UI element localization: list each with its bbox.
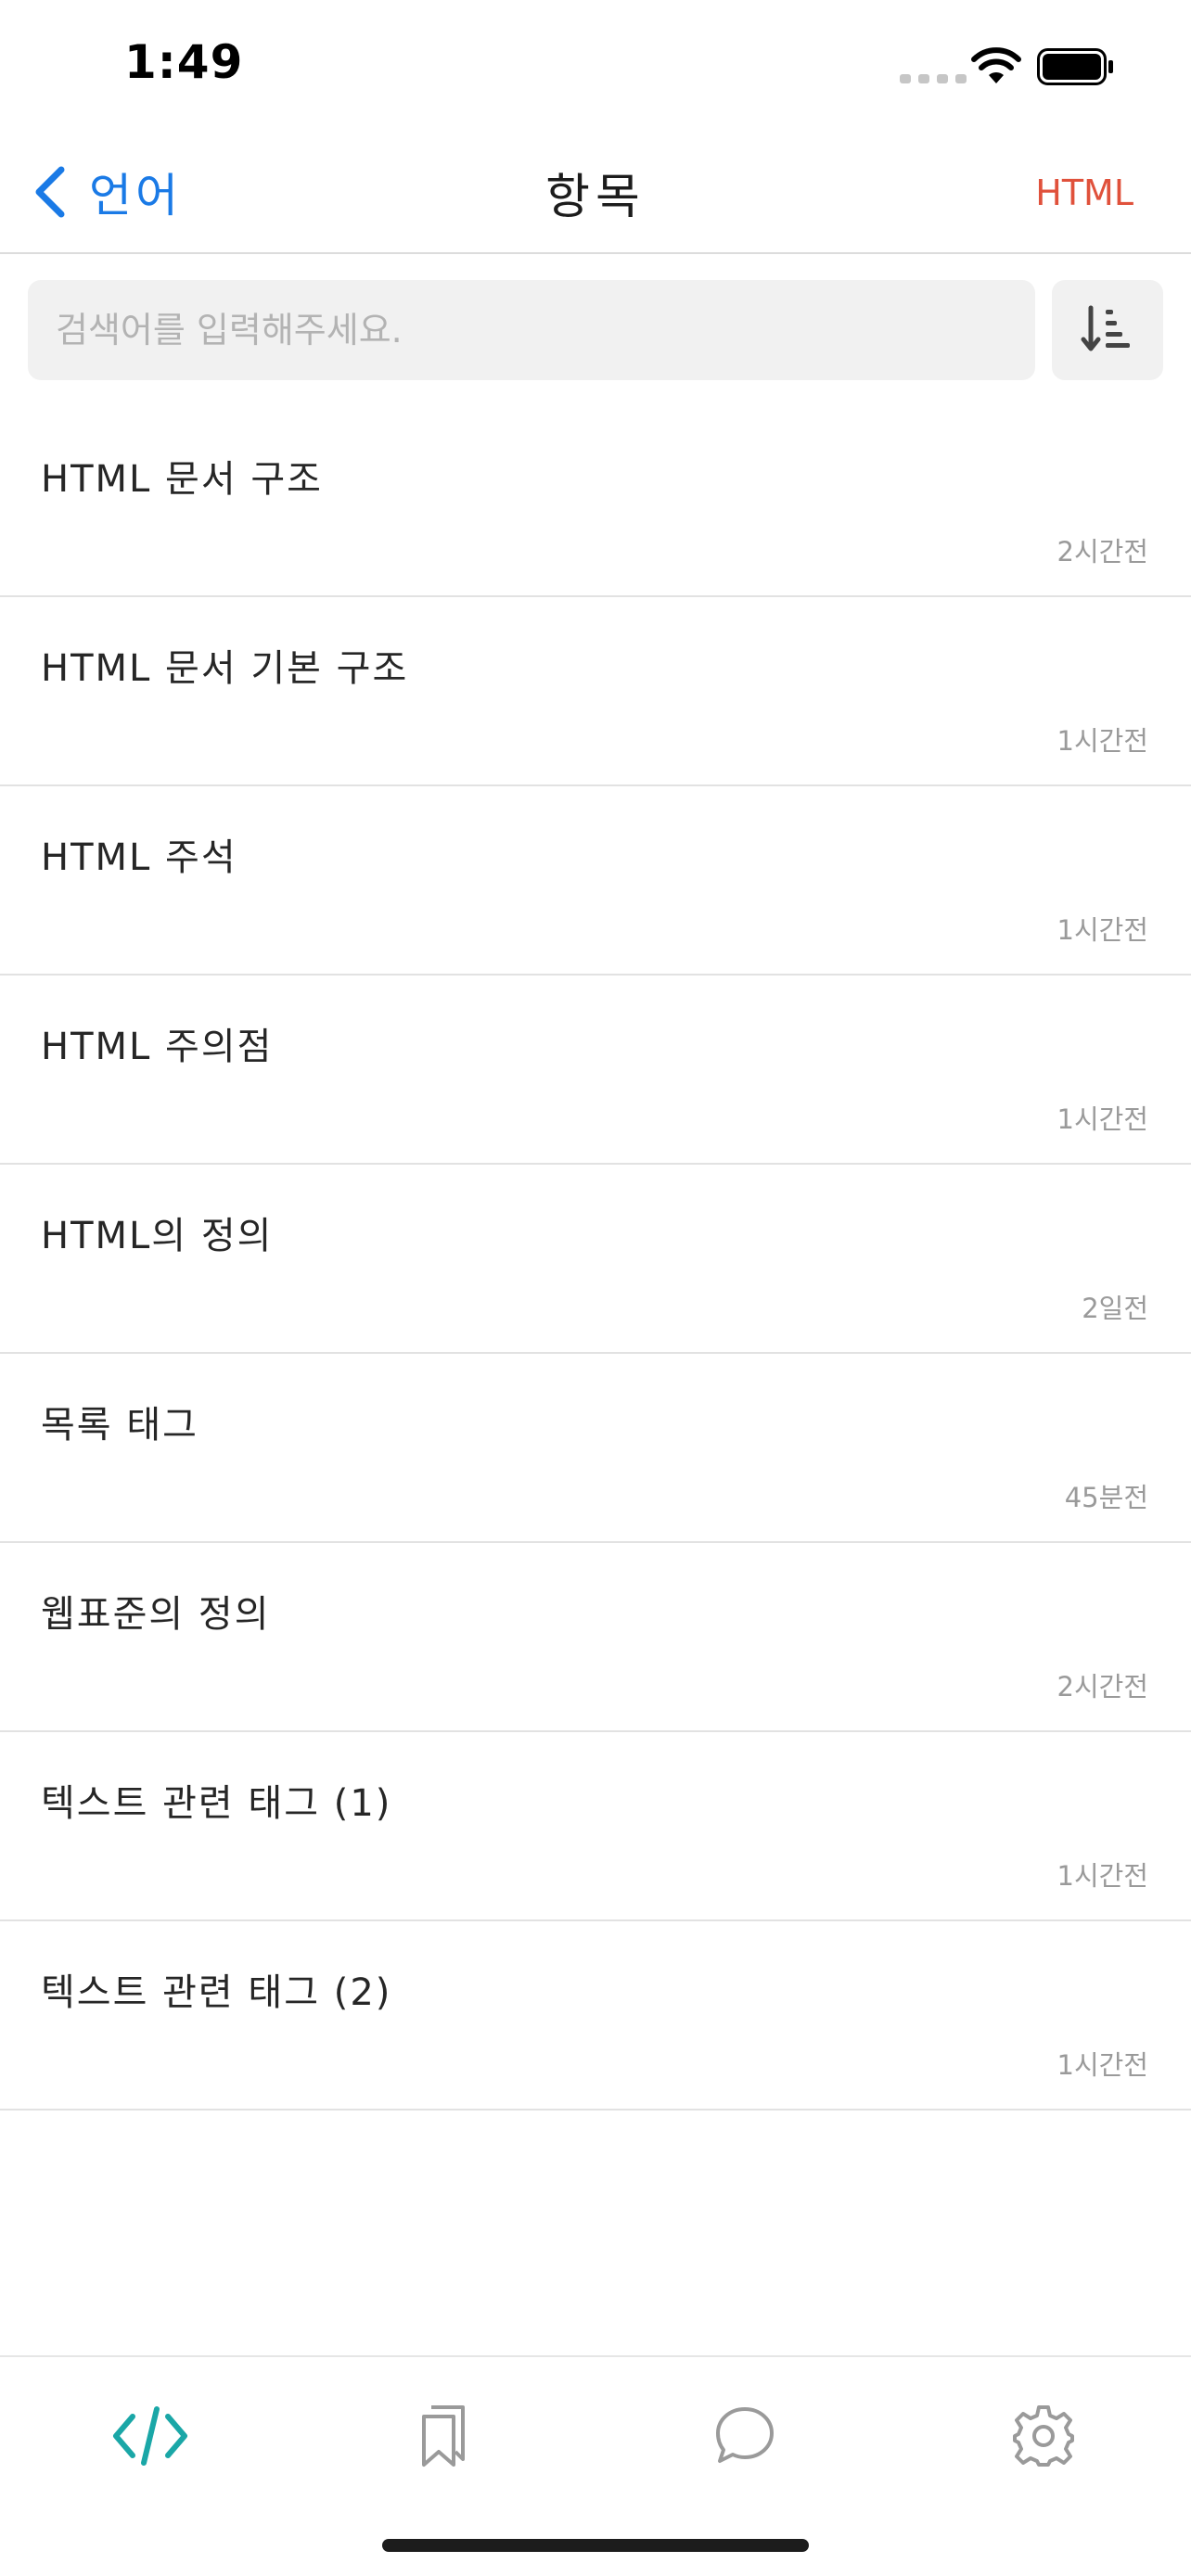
- list-item[interactable]: 텍스트 관련 태그 (1) 1시간전: [0, 1732, 1191, 1921]
- tab-code[interactable]: [109, 2394, 192, 2478]
- list-item-title: HTML의 정의: [41, 1215, 274, 1257]
- list-item-time: 2시간전: [1057, 1671, 1149, 1702]
- list-item-time: 1시간전: [1057, 1103, 1149, 1135]
- topic-list: HTML 문서 구조 2시간전 HTML 문서 기본 구조 1시간전 HTML …: [0, 408, 1191, 2111]
- battery-icon: [1037, 48, 1113, 85]
- list-item-title: 웹표준의 정의: [41, 1593, 271, 1636]
- tab-bookmark[interactable]: [403, 2394, 486, 2478]
- list-item-title: HTML 주의점: [41, 1026, 274, 1068]
- list-item-time: 2일전: [1082, 1293, 1148, 1324]
- list-item-time: 2시간전: [1057, 536, 1149, 567]
- list-item-title: 목록 태그: [41, 1404, 198, 1447]
- list-item[interactable]: HTML 주의점 1시간전: [0, 976, 1191, 1165]
- list-item[interactable]: HTML 문서 구조 2시간전: [0, 408, 1191, 597]
- list-item-time: 1시간전: [1057, 725, 1149, 757]
- status-time: 1:49: [124, 35, 244, 89]
- sort-button[interactable]: [1052, 280, 1163, 380]
- chat-icon: [716, 2407, 774, 2463]
- bookmark-icon: [422, 2405, 465, 2467]
- tab-bar: [0, 2355, 1191, 2504]
- navigation-bar: 언어 항목 HTML: [0, 130, 1191, 254]
- list-item-time: 1시간전: [1057, 914, 1149, 946]
- list-item[interactable]: HTML의 정의 2일전: [0, 1165, 1191, 1354]
- search-row: [28, 280, 1163, 380]
- list-item[interactable]: 텍스트 관련 태그 (2) 1시간전: [0, 1921, 1191, 2111]
- list-item-time: 1시간전: [1057, 1860, 1149, 1892]
- list-item[interactable]: 목록 태그 45분전: [0, 1354, 1191, 1543]
- list-item-title: 텍스트 관련 태그 (2): [41, 1971, 392, 2014]
- language-label[interactable]: HTML: [1035, 172, 1133, 213]
- sort-icon: [1081, 305, 1130, 351]
- list-item-time: 1시간전: [1057, 2049, 1149, 2081]
- list-item[interactable]: HTML 주석 1시간전: [0, 786, 1191, 976]
- wifi-icon: [971, 47, 1021, 83]
- search-input[interactable]: [28, 280, 1035, 380]
- list-item[interactable]: HTML 문서 기본 구조 1시간전: [0, 597, 1191, 786]
- code-icon: [113, 2406, 187, 2466]
- status-bar: 1:49: [0, 0, 1191, 130]
- home-indicator: [382, 2539, 809, 2552]
- page-title: 항목: [545, 170, 646, 225]
- gear-icon: [1013, 2405, 1074, 2467]
- list-item[interactable]: 웹표준의 정의 2시간전: [0, 1543, 1191, 1732]
- tab-settings[interactable]: [1002, 2394, 1085, 2478]
- list-item-title: HTML 문서 기본 구조: [41, 647, 409, 690]
- cellular-signal-icon: [900, 74, 967, 83]
- list-item-title: HTML 문서 구조: [41, 458, 323, 501]
- list-item-title: 텍스트 관련 태그 (1): [41, 1782, 392, 1825]
- list-item-title: HTML 주석: [41, 836, 237, 879]
- list-item-time: 45분전: [1064, 1482, 1148, 1513]
- tab-chat[interactable]: [703, 2394, 787, 2478]
